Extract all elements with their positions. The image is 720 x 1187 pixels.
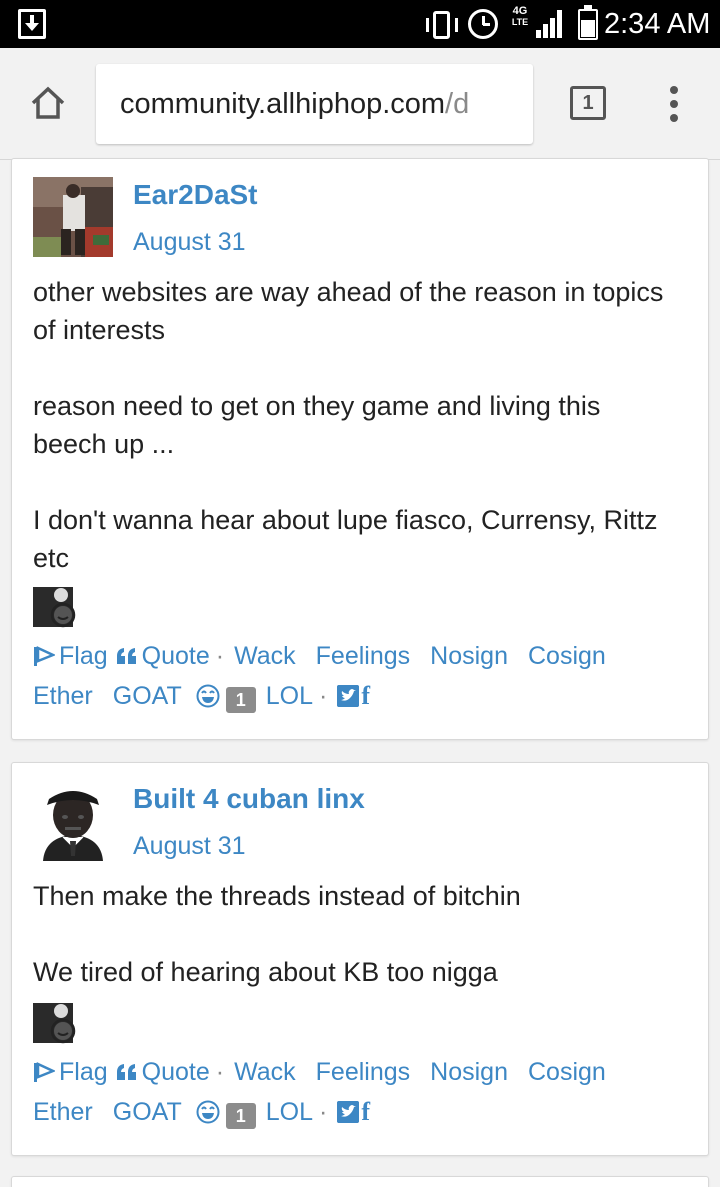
reaction-lol[interactable]: LOL xyxy=(266,1092,313,1132)
url-path: /d xyxy=(445,88,470,120)
flag-label: Flag xyxy=(59,642,108,670)
home-icon[interactable] xyxy=(30,86,66,120)
post-paragraph: I don't wanna hear about lupe fiasco, Cu… xyxy=(33,505,658,573)
lol-count-badge: 1 xyxy=(225,1103,256,1129)
post-paragraph: other websites are way ahead of the reas… xyxy=(33,277,664,345)
post-card: Ear2DaSt August 31 other websites are wa… xyxy=(11,158,709,740)
signature-image xyxy=(33,587,76,628)
battery-icon xyxy=(578,5,598,40)
share-links: f xyxy=(337,676,370,716)
share-links: f xyxy=(337,1092,370,1132)
facebook-icon[interactable]: f xyxy=(361,676,370,716)
reaction-nosign[interactable]: Nosign xyxy=(430,1052,508,1092)
quote-label: Quote xyxy=(141,642,210,670)
reaction-bar: Flag Quote · Wack Feelings Nosign Cosign… xyxy=(33,1052,703,1132)
status-bar: 4G LTE 2:34 AM xyxy=(0,0,720,48)
post-body: other websites are way ahead of the reas… xyxy=(33,273,673,577)
alarm-icon xyxy=(468,9,498,39)
quote-icon xyxy=(116,648,136,664)
browser-toolbar: community.allhiphop.com/d 1 xyxy=(0,48,720,160)
quote-button[interactable]: Quote xyxy=(116,1052,210,1092)
quote-label: Quote xyxy=(141,1058,210,1086)
reaction-goat[interactable]: GOAT xyxy=(113,676,182,716)
post-card xyxy=(11,1176,709,1187)
status-time: 2:34 AM xyxy=(604,8,711,40)
reaction-goat[interactable]: GOAT xyxy=(113,1092,182,1132)
flag-icon xyxy=(34,646,55,666)
post-date[interactable]: August 31 xyxy=(133,227,246,257)
flag-icon xyxy=(34,1062,55,1082)
laughing-emoji-icon xyxy=(196,684,220,708)
overflow-menu-icon[interactable] xyxy=(668,86,680,122)
vibrate-icon xyxy=(424,10,460,40)
separator: · xyxy=(215,1058,225,1086)
post-body: Then make the threads instead of bitchin… xyxy=(33,877,673,991)
address-bar[interactable]: community.allhiphop.com/d xyxy=(96,64,533,144)
reaction-nosign[interactable]: Nosign xyxy=(430,636,508,676)
quote-icon xyxy=(116,1064,136,1080)
reaction-ether[interactable]: Ether xyxy=(33,676,93,716)
url-host: community.allhiphop.com xyxy=(120,88,446,120)
flag-button[interactable]: Flag xyxy=(33,1052,108,1092)
tab-switcher-button[interactable]: 1 xyxy=(570,86,606,120)
reaction-cosign[interactable]: Cosign xyxy=(528,1052,606,1092)
reaction-feelings[interactable]: Feelings xyxy=(316,1052,411,1092)
post-card: Built 4 cuban linx August 31 Then make t… xyxy=(11,762,709,1156)
reaction-cosign[interactable]: Cosign xyxy=(528,636,606,676)
facebook-icon[interactable]: f xyxy=(361,1092,370,1132)
network-type-icon: 4G LTE xyxy=(511,5,529,28)
reaction-wack[interactable]: Wack xyxy=(234,636,296,676)
post-author[interactable]: Ear2DaSt xyxy=(133,179,258,211)
reaction-feelings[interactable]: Feelings xyxy=(316,636,411,676)
signature-image xyxy=(33,1003,76,1044)
separator: · xyxy=(319,1098,328,1126)
avatar[interactable] xyxy=(33,177,113,257)
quote-button[interactable]: Quote xyxy=(116,636,210,676)
separator: · xyxy=(215,642,225,670)
reaction-bar: Flag Quote · Wack Feelings Nosign Cosign… xyxy=(33,636,703,716)
separator: · xyxy=(319,682,328,710)
reaction-wack[interactable]: Wack xyxy=(234,1052,296,1092)
download-icon xyxy=(18,9,46,39)
flag-label: Flag xyxy=(59,1058,108,1086)
twitter-icon[interactable] xyxy=(337,1101,360,1123)
post-date[interactable]: August 31 xyxy=(133,831,246,861)
twitter-icon[interactable] xyxy=(337,685,360,707)
signal-icon xyxy=(536,10,566,38)
post-paragraph: reason need to get on they game and livi… xyxy=(33,391,601,459)
avatar[interactable] xyxy=(33,781,113,861)
post-paragraph: We tired of hearing about KB too nigga xyxy=(33,957,498,987)
post-paragraph: Then make the threads instead of bitchin xyxy=(33,881,521,911)
flag-button[interactable]: Flag xyxy=(33,636,108,676)
reaction-ether[interactable]: Ether xyxy=(33,1092,93,1132)
post-author[interactable]: Built 4 cuban linx xyxy=(133,783,365,815)
reaction-lol[interactable]: LOL xyxy=(266,676,313,716)
laughing-emoji-icon xyxy=(196,1100,220,1124)
lol-count-badge: 1 xyxy=(225,687,256,713)
